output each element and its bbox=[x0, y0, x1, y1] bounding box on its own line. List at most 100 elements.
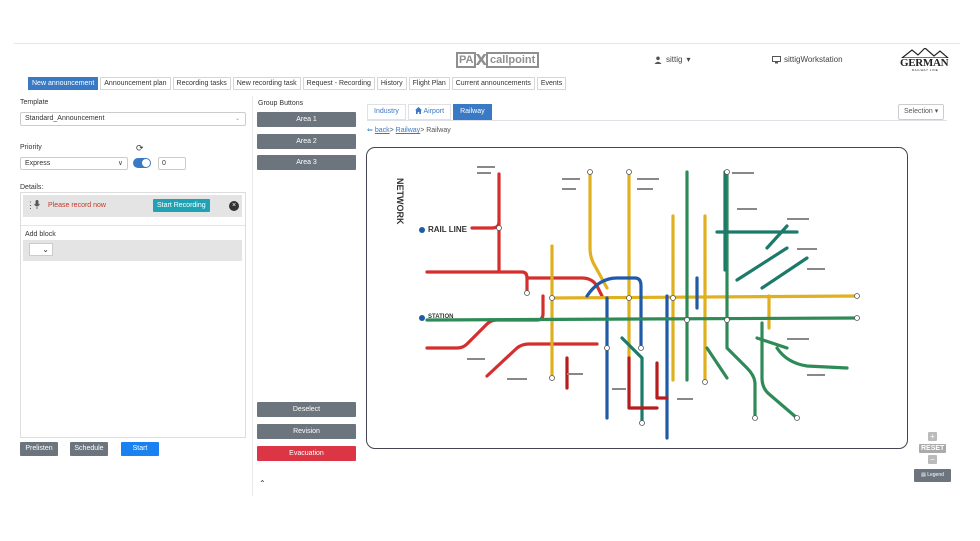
rail-line-marker bbox=[419, 227, 425, 233]
station-4 bbox=[626, 295, 632, 301]
station-2 bbox=[524, 290, 530, 296]
template-value: Standard_Announcement bbox=[25, 115, 105, 122]
monitor-icon bbox=[772, 55, 781, 63]
user-menu[interactable]: sittig ▾ bbox=[654, 55, 690, 64]
evacuation-button[interactable]: Evacuation bbox=[257, 446, 356, 461]
priority-toggle[interactable] bbox=[133, 158, 151, 168]
map-network-title: NETWORK bbox=[395, 178, 405, 225]
breadcrumb-back[interactable]: back bbox=[375, 127, 390, 134]
area-3-button[interactable]: Area 3 bbox=[257, 155, 356, 170]
breadcrumb: ⇐ back> Railway> Railway bbox=[367, 126, 451, 134]
tab-new-recording-task[interactable]: New recording task bbox=[232, 77, 301, 90]
railway-map[interactable]: NETWORK RAIL LINE STATION bbox=[366, 147, 908, 449]
priority-number-input[interactable]: 0 bbox=[158, 157, 186, 170]
tab-recording-tasks[interactable]: Recording tasks bbox=[172, 77, 231, 90]
tab-underline bbox=[367, 120, 947, 121]
chevron-down-icon: ▾ bbox=[686, 55, 691, 64]
station-12 bbox=[724, 169, 730, 175]
prelisten-button[interactable]: Prelisten bbox=[20, 442, 58, 456]
reset-zoom-button[interactable]: RESET bbox=[919, 444, 947, 453]
priority-select[interactable]: Express ∨ bbox=[20, 157, 128, 170]
station-11 bbox=[626, 169, 632, 175]
double-chevron-up-icon[interactable]: ⌃ bbox=[259, 479, 266, 488]
tab-request-recording[interactable]: Request - Recording bbox=[302, 77, 375, 90]
station-6 bbox=[684, 317, 690, 323]
add-block-label: Add block bbox=[25, 231, 56, 238]
breadcrumb-current: Railway bbox=[426, 127, 451, 134]
railway-network-map[interactable] bbox=[367, 148, 908, 449]
red-line bbox=[425, 270, 604, 378]
station-18 bbox=[854, 293, 860, 299]
station-label bbox=[507, 378, 527, 380]
area-1-button[interactable]: Area 1 bbox=[257, 112, 356, 127]
group-buttons-label: Group Buttons bbox=[258, 100, 304, 107]
selection-dropdown[interactable]: Selection ▾ bbox=[898, 104, 944, 120]
station-label bbox=[797, 248, 817, 250]
priority-label: Priority bbox=[20, 144, 42, 151]
add-block-select[interactable]: ⌄ bbox=[29, 243, 53, 256]
station-5 bbox=[670, 295, 676, 301]
priority-value: Express bbox=[25, 160, 51, 167]
start-button[interactable]: Start bbox=[121, 442, 159, 456]
area-2-button[interactable]: Area 2 bbox=[257, 134, 356, 149]
station-label bbox=[637, 178, 659, 180]
logo-callpoint: callpoint bbox=[486, 52, 540, 68]
revision-button[interactable]: Revision bbox=[257, 424, 356, 439]
back-arrow-icon[interactable]: ⇐ bbox=[367, 127, 373, 134]
start-recording-button[interactable]: Start Recording bbox=[153, 199, 210, 212]
map-station-title: STATION bbox=[428, 314, 454, 320]
refresh-icon[interactable]: ⟳ bbox=[136, 143, 144, 154]
panel-divider bbox=[252, 96, 253, 496]
details-box: ⋮ Please record now Start Recording × Ad… bbox=[20, 192, 246, 438]
breadcrumb-railway[interactable]: Railway bbox=[396, 127, 421, 134]
station-label bbox=[477, 172, 491, 174]
toggle-knob bbox=[142, 159, 150, 167]
station-8 bbox=[604, 345, 610, 351]
map-rail-line-title: RAIL LINE bbox=[428, 225, 467, 234]
station-label bbox=[477, 166, 495, 168]
station-19 bbox=[854, 315, 860, 321]
tab-railway[interactable]: Railway bbox=[453, 104, 492, 120]
workstation-name: sittigWorkstation bbox=[784, 55, 843, 64]
station-label bbox=[562, 178, 580, 180]
map-tabs: Industry Airport Railway bbox=[367, 104, 494, 120]
home-icon bbox=[414, 107, 422, 114]
station-label bbox=[787, 218, 809, 220]
workstation-info: sittigWorkstation bbox=[772, 55, 843, 64]
details-label: Details: bbox=[20, 184, 44, 191]
station-label bbox=[732, 172, 754, 174]
tab-new-announcement[interactable]: New announcement bbox=[28, 77, 99, 90]
zoom-out-button[interactable]: − bbox=[928, 455, 937, 464]
station-9 bbox=[638, 345, 644, 351]
breadcrumb-separator: > bbox=[389, 127, 394, 134]
tab-events[interactable]: Events bbox=[536, 77, 567, 90]
brand-logo: GERMAN RAILWAY LINE bbox=[900, 48, 950, 72]
template-select[interactable]: Standard_Announcement ⌄ bbox=[20, 112, 246, 126]
close-icon[interactable]: × bbox=[229, 201, 239, 211]
tab-airport-label: Airport bbox=[423, 108, 445, 115]
station-14 bbox=[702, 379, 708, 385]
zoom-in-button[interactable]: + bbox=[928, 432, 937, 441]
tab-airport[interactable]: Airport bbox=[407, 104, 452, 120]
tab-industry[interactable]: Industry bbox=[367, 104, 406, 120]
tab-current-announcements[interactable]: Current announcements bbox=[451, 77, 535, 90]
station-label bbox=[562, 188, 576, 190]
deselect-button[interactable]: Deselect bbox=[257, 402, 356, 417]
station-13 bbox=[549, 375, 555, 381]
app-logo: PA X callpoint bbox=[456, 51, 540, 69]
tab-flight-plan[interactable]: Flight Plan bbox=[408, 77, 450, 90]
record-message: Please record now bbox=[48, 202, 106, 209]
schedule-button[interactable]: Schedule bbox=[70, 442, 108, 456]
station-label bbox=[807, 374, 825, 376]
brand-subtitle: RAILWAY LINE bbox=[912, 68, 939, 72]
station-7 bbox=[724, 317, 730, 323]
tab-history[interactable]: History bbox=[376, 77, 407, 90]
red-line-upper bbox=[470, 172, 501, 274]
chevron-down-icon: ▾ bbox=[934, 108, 939, 115]
template-label: Template bbox=[20, 99, 49, 106]
user-name: sittig bbox=[666, 55, 683, 64]
tab-announcement-plan[interactable]: Announcement plan bbox=[100, 77, 171, 90]
station-10 bbox=[587, 169, 593, 175]
legend-button[interactable]: ▤ Legend bbox=[914, 469, 951, 482]
station-label bbox=[637, 188, 653, 190]
